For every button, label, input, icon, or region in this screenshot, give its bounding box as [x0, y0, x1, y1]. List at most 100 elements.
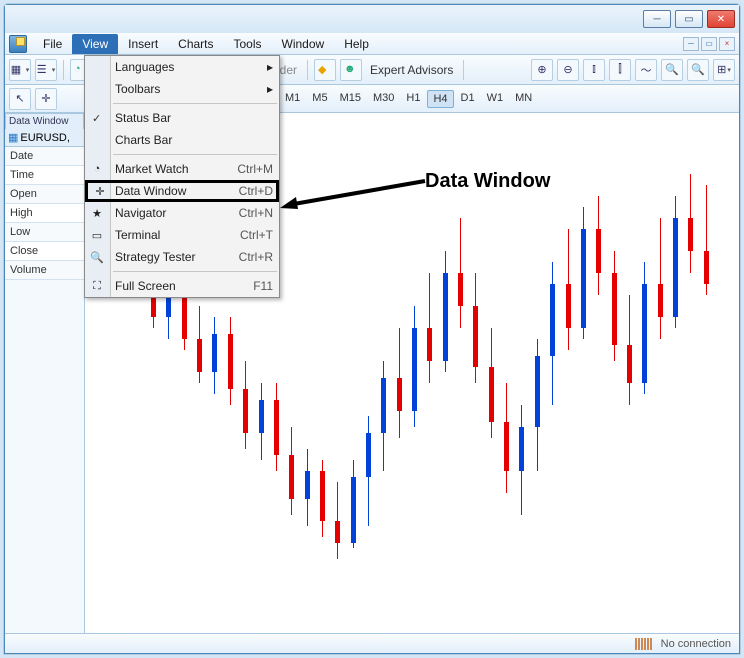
zoom-in-button[interactable]: ⊕ [531, 59, 553, 81]
timeframe-m5[interactable]: M5 [307, 90, 332, 108]
menu-shortcut: F11 [253, 279, 273, 293]
magnify-minus-icon: 🔍 [691, 63, 705, 76]
timeframe-mn[interactable]: MN [510, 90, 537, 108]
menu-help[interactable]: Help [334, 34, 379, 54]
candle [642, 113, 647, 633]
connection-status: No connection [661, 638, 731, 650]
timeframe-h4[interactable]: H4 [427, 90, 453, 108]
menu-item-languages[interactable]: Languages▸ [85, 56, 279, 78]
chart-type2-button[interactable]: ⫿ [609, 59, 631, 81]
menu-tools[interactable]: Tools [224, 34, 272, 54]
data-window-row-high: High [5, 204, 84, 223]
menu-item-label: Status Bar [115, 111, 171, 125]
tester-icon: 🔍 [89, 249, 105, 265]
timeframe-d1[interactable]: D1 [456, 90, 480, 108]
metaquotes-button[interactable]: ◆ [314, 59, 336, 81]
menu-item-charts-bar[interactable]: Charts Bar [85, 129, 279, 151]
menu-window[interactable]: Window [272, 34, 335, 54]
chart-type1-button[interactable]: ⫾ [583, 59, 605, 81]
menu-item-toolbars[interactable]: Toolbars▸ [85, 78, 279, 100]
separator [463, 60, 464, 80]
menu-item-label: Charts Bar [115, 133, 172, 147]
annotation-arrow [280, 173, 430, 213]
menu-shortcut: Ctrl+R [239, 250, 273, 264]
menu-item-strategy-tester[interactable]: 🔍 Strategy Tester Ctrl+R [85, 246, 279, 268]
timeframe-m1[interactable]: M1 [280, 90, 305, 108]
candle [627, 113, 632, 633]
chart-config-button[interactable]: ⊞ [713, 59, 735, 81]
new-chart-button[interactable]: ▦ [9, 59, 31, 81]
expert-advisors-button[interactable]: ☻ [340, 59, 362, 81]
candle [596, 113, 601, 633]
mdi-restore-button[interactable]: ▭ [701, 37, 717, 51]
candle [704, 113, 709, 633]
timeframe-h1[interactable]: H1 [401, 90, 425, 108]
candle [673, 113, 678, 633]
candle [658, 113, 663, 633]
menu-item-full-screen[interactable]: ⛶ Full Screen F11 [85, 275, 279, 297]
timeframe-m30[interactable]: M30 [368, 90, 399, 108]
minimize-button[interactable]: ─ [643, 10, 671, 28]
menu-item-data-window[interactable]: ✛ Data Window Ctrl+D [85, 180, 279, 202]
menu-item-label: Terminal [115, 228, 160, 242]
data-window-symbol-row: ▦ EURUSD, [5, 129, 84, 147]
candle [566, 113, 571, 633]
menu-charts[interactable]: Charts [168, 34, 223, 54]
timeframe-m15[interactable]: M15 [335, 90, 366, 108]
crosshair-button[interactable]: ✛ [35, 88, 57, 110]
magnify-minus-button[interactable]: 🔍 [687, 59, 709, 81]
statusbar: No connection [5, 633, 739, 653]
zoom-out-icon: ⊖ [563, 63, 572, 76]
timeframe-w1[interactable]: W1 [482, 90, 509, 108]
chart-type3-button[interactable]: 〜 [635, 59, 657, 81]
menu-insert[interactable]: Insert [118, 34, 168, 54]
terminal-icon: ▭ [89, 227, 105, 243]
separator [307, 60, 308, 80]
data-window-row-date: Date [5, 147, 84, 166]
menu-item-label: Toolbars [115, 82, 160, 96]
close-button[interactable]: ✕ [707, 10, 735, 28]
cursor-button[interactable]: ↖ [9, 88, 31, 110]
profiles-button[interactable]: ☰ [35, 59, 57, 81]
menu-item-status-bar[interactable]: Status Bar [85, 107, 279, 129]
expert-icon: ☻ [344, 63, 358, 77]
annotation-label: Data Window [425, 170, 550, 193]
menu-file[interactable]: File [33, 34, 72, 54]
data-window-panel: Data Window ▦ EURUSD, DateTimeOpenHighLo… [5, 113, 85, 633]
market-watch-icon: ◔ [89, 161, 105, 177]
menu-item-label: Strategy Tester [115, 250, 195, 264]
candle [612, 113, 617, 633]
mdi-close-button[interactable]: × [719, 37, 735, 51]
cursor-icon: ↖ [15, 92, 24, 105]
expert-advisors-label: Expert Advisors [366, 63, 457, 77]
menu-item-navigator[interactable]: ★NavigatorCtrl+N [85, 202, 279, 224]
magnify-plus-icon: 🔍 [665, 63, 679, 76]
zoom-out-button[interactable]: ⊖ [557, 59, 579, 81]
data-window-tab[interactable]: Data Window [5, 113, 84, 129]
data-window-icon: ✛ [92, 183, 108, 199]
menu-item-label: Navigator [115, 206, 166, 220]
connection-bars-icon [635, 638, 653, 650]
maximize-button[interactable]: ▭ [675, 10, 703, 28]
app-icon [9, 35, 27, 53]
menu-item-label: Data Window [115, 184, 186, 198]
menu-shortcut: Ctrl+N [239, 206, 273, 220]
titlebar: ─ ▭ ✕ [5, 5, 739, 33]
data-window-row-low: Low [5, 223, 84, 242]
mdi-minimize-button[interactable]: ─ [683, 37, 699, 51]
data-window-row-close: Close [5, 242, 84, 261]
fullscreen-icon: ⛶ [89, 278, 105, 294]
candle [581, 113, 586, 633]
chart-mini-icon: ▦ [8, 131, 18, 144]
profiles-icon: ☰ [37, 63, 51, 77]
menu-item-label: Full Screen [115, 279, 176, 293]
bar-chart-icon: ⫾ [592, 63, 596, 76]
view-menu-dropdown: Languages▸Toolbars▸ Status Bar Charts Bar ◔… [84, 55, 280, 298]
menu-item-market-watch[interactable]: ◔Market WatchCtrl+M [85, 158, 279, 180]
menu-view[interactable]: View [72, 34, 118, 54]
menu-shortcut: Ctrl+D [239, 184, 273, 198]
menu-item-label: Languages [115, 60, 174, 74]
menubar: FileViewInsertChartsToolsWindowHelp ─ ▭ … [5, 33, 739, 55]
menu-item-terminal[interactable]: ▭TerminalCtrl+T [85, 224, 279, 246]
magnify-plus-button[interactable]: 🔍 [661, 59, 683, 81]
